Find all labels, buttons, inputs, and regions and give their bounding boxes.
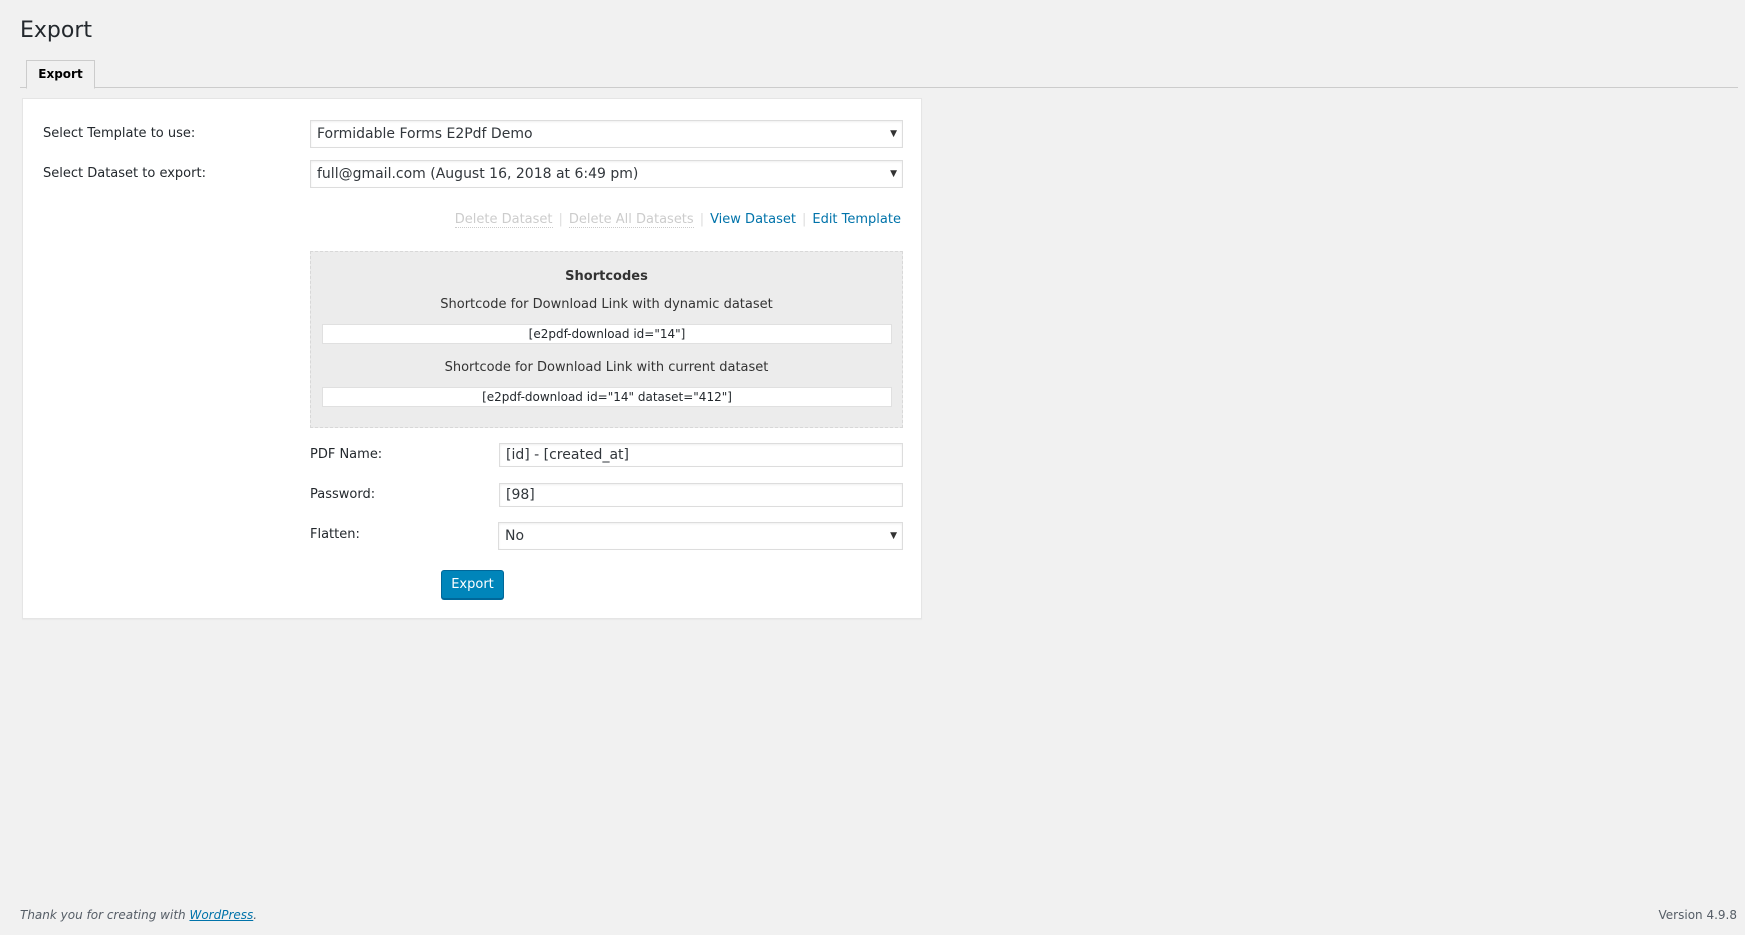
pdf-name-value: [id] - [created_at] bbox=[506, 447, 629, 463]
flatten-select[interactable]: No ▼ bbox=[498, 522, 903, 550]
shortcodes-title: Shortcodes bbox=[565, 269, 648, 284]
export-button[interactable]: Export bbox=[441, 570, 504, 599]
current-shortcode-label: Shortcode for Download Link with current… bbox=[444, 360, 769, 375]
password-input[interactable]: [98] bbox=[499, 483, 903, 507]
separator: | bbox=[558, 212, 563, 227]
password-value: [98] bbox=[506, 487, 535, 503]
footer-thanks-suffix: . bbox=[253, 908, 258, 922]
template-select-value: Formidable Forms E2Pdf Demo bbox=[317, 126, 533, 142]
footer-thanks-text: Thank you for creating with bbox=[20, 908, 190, 922]
chevron-down-icon: ▼ bbox=[890, 169, 897, 179]
edit-template-link[interactable]: Edit Template bbox=[812, 212, 901, 227]
pdf-name-input[interactable]: [id] - [created_at] bbox=[499, 443, 903, 467]
footer-version: Version 4.9.8 bbox=[1658, 908, 1737, 922]
dataset-actions: Delete Dataset | Delete All Datasets | View … bbox=[454, 212, 901, 228]
dataset-select-value: full@gmail.com (August 16, 2018 at 6:49 … bbox=[317, 166, 639, 182]
template-select[interactable]: Formidable Forms E2Pdf Demo ▼ bbox=[310, 120, 903, 148]
wordpress-link[interactable]: WordPress bbox=[189, 908, 253, 922]
dynamic-shortcode-field[interactable]: [e2pdf-download id="14"] bbox=[322, 324, 892, 344]
template-label: Select Template to use: bbox=[43, 126, 196, 141]
current-shortcode-field[interactable]: [e2pdf-download id="14" dataset="412"] bbox=[322, 387, 892, 407]
flatten-select-value: No bbox=[505, 528, 525, 544]
password-label: Password: bbox=[310, 487, 376, 502]
flatten-label: Flatten: bbox=[310, 527, 360, 542]
view-dataset-link[interactable]: View Dataset bbox=[710, 212, 796, 227]
dataset-label: Select Dataset to export: bbox=[43, 166, 206, 181]
dynamic-shortcode-label: Shortcode for Download Link with dynamic… bbox=[440, 297, 773, 312]
pdf-name-label: PDF Name: bbox=[310, 447, 383, 462]
separator: | bbox=[699, 212, 705, 227]
tab-bar: Export bbox=[20, 60, 1738, 89]
chevron-down-icon: ▼ bbox=[890, 531, 897, 541]
shortcodes-box: Shortcodes Shortcode for Download Link w… bbox=[310, 251, 903, 428]
export-panel: Select Template to use: Formidable Forms… bbox=[22, 98, 922, 619]
chevron-down-icon: ▼ bbox=[890, 129, 897, 139]
tab-export[interactable]: Export bbox=[26, 60, 95, 89]
separator: | bbox=[801, 212, 807, 227]
dataset-select[interactable]: full@gmail.com (August 16, 2018 at 6:49 … bbox=[310, 160, 903, 188]
delete-all-datasets-link[interactable]: Delete All Datasets bbox=[568, 212, 694, 228]
footer-thanks: Thank you for creating with WordPress. bbox=[20, 908, 257, 922]
delete-dataset-link[interactable]: Delete Dataset bbox=[454, 212, 553, 228]
page-title: Export bbox=[20, 18, 93, 43]
